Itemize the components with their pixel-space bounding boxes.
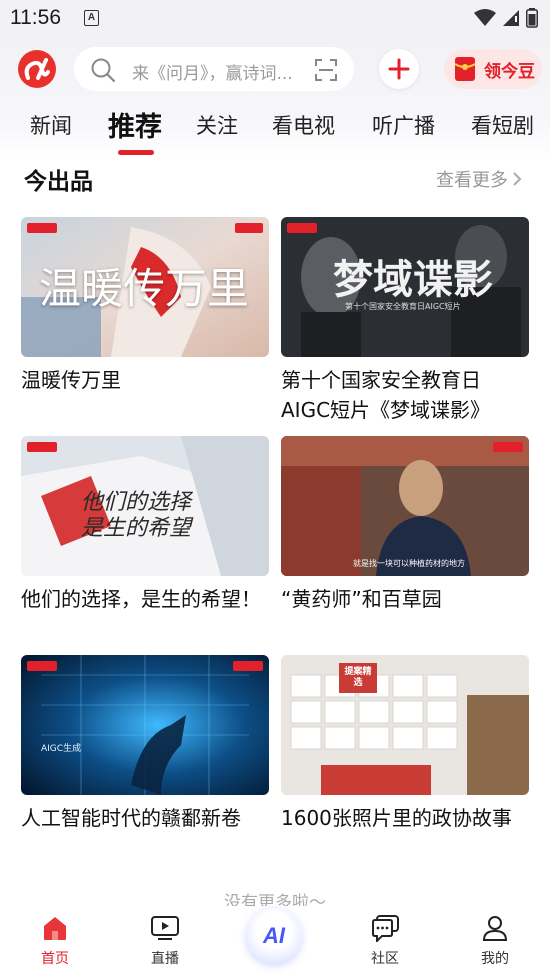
video-title[interactable]: 温暖传万里 — [21, 365, 269, 395]
bottom-nav: 首页 直播 AI 社区 我的 — [0, 906, 550, 979]
channel-tabs: 新闻 推荐 关注 看电视 听广播 看短剧 — [0, 102, 550, 158]
scan-icon[interactable] — [314, 58, 338, 82]
tab-tv[interactable]: 看电视 — [272, 110, 335, 140]
status-icons — [474, 8, 538, 28]
home-icon — [44, 917, 66, 940]
profile-icon — [482, 916, 508, 941]
plus-icon — [388, 58, 410, 80]
video-card[interactable]: 梦域谍影 第十个国家安全教育日AIGC短片 第十个国家安全教育日AIGC短片《梦… — [281, 217, 529, 425]
thumbnail-caption: 梦域谍影 — [333, 256, 493, 303]
tab-news[interactable]: 新闻 — [30, 110, 72, 140]
video-card[interactable]: 他们的选择 是生的希望 他们的选择，是生的希望！ — [21, 436, 269, 614]
search-placeholder: 来《问月》，赢诗词... — [132, 64, 293, 84]
video-thumbnail[interactable]: 温暖传万里 — [21, 217, 269, 357]
nav-community-label: 社区 — [371, 951, 399, 967]
thumbnail-caption: 提案精选 — [344, 667, 372, 688]
view-more-label: 查看更多 — [436, 170, 508, 191]
video-card[interactable]: AIGC生成 人工智能时代的赣鄱新卷 — [21, 655, 269, 833]
video-thumbnail[interactable]: 提案精选 — [281, 655, 529, 795]
active-tab-indicator — [118, 150, 154, 155]
red-envelope-icon — [454, 57, 476, 81]
video-thumbnail[interactable]: 就是找一块可以种植药材的地方 — [281, 436, 529, 576]
video-thumbnail[interactable]: 他们的选择 是生的希望 — [21, 436, 269, 576]
nav-home-label: 首页 — [41, 951, 69, 967]
video-card[interactable]: 就是找一块可以种植药材的地方 “黄药师”和百草园 — [281, 436, 529, 614]
nav-live-label: 直播 — [151, 951, 179, 967]
tab-follow[interactable]: 关注 — [196, 110, 238, 140]
status-time: 11:56 — [10, 6, 61, 29]
section-title: 今出品 — [24, 169, 93, 195]
logo-icon — [24, 58, 50, 80]
claim-beans-button[interactable]: 领今豆 — [444, 49, 542, 89]
tab-recommend[interactable]: 推荐 — [108, 105, 162, 144]
video-title[interactable]: “黄药师”和百草园 — [281, 584, 529, 614]
nav-community[interactable]: 社区 — [355, 914, 415, 968]
nav-profile[interactable]: 我的 — [465, 914, 525, 968]
video-card[interactable]: 温暖传万里 温暖传万里 — [21, 217, 269, 395]
wifi-icon — [474, 9, 496, 26]
thumbnail-subcaption: 第十个国家安全教育日AIGC短片 — [345, 302, 461, 311]
ai-icon: AI — [263, 923, 285, 948]
search-icon — [91, 58, 116, 83]
battery-icon — [526, 8, 538, 28]
nav-profile-label: 我的 — [481, 951, 509, 967]
video-title[interactable]: 人工智能时代的赣鄱新卷 — [21, 803, 269, 833]
view-more-link[interactable]: 查看更多 — [436, 166, 522, 192]
nav-home[interactable]: 首页 — [25, 914, 85, 968]
community-icon — [372, 915, 399, 942]
search-bar[interactable]: 来《问月》，赢诗词... — [74, 47, 354, 91]
chevron-right-icon — [513, 172, 522, 186]
status-bar: 11:56 A — [0, 0, 550, 38]
app-header: 来《问月》，赢诗词... 领今豆 新闻 推荐 关注 看电视 听广播 看短剧 — [0, 38, 550, 158]
tab-short-drama[interactable]: 看短剧 — [471, 110, 550, 140]
nav-live[interactable]: 直播 — [135, 914, 195, 968]
ai-assistant-button[interactable]: AI — [246, 908, 302, 964]
thumbnail-subcaption: AIGC生成 — [41, 744, 82, 754]
add-button[interactable] — [379, 49, 419, 89]
thumbnail-caption: 温暖传万里 — [39, 264, 250, 313]
video-title[interactable]: 1600张照片里的政协故事 — [281, 803, 529, 833]
video-card[interactable]: 提案精选 1600张照片里的政协故事 — [281, 655, 529, 833]
bean-label: 领今豆 — [484, 61, 535, 82]
notification-icon: A — [84, 10, 99, 26]
app-logo[interactable] — [18, 50, 56, 88]
thumbnail-caption: 他们的选择 是生的希望 — [81, 490, 192, 541]
live-icon — [151, 916, 179, 940]
signal-icon — [503, 10, 519, 26]
tab-radio[interactable]: 听广播 — [372, 110, 435, 140]
video-title[interactable]: 他们的选择，是生的希望！ — [21, 584, 269, 614]
video-title[interactable]: 第十个国家安全教育日AIGC短片《梦域谍影》 — [281, 365, 529, 425]
video-thumbnail[interactable]: AIGC生成 — [21, 655, 269, 795]
video-thumbnail[interactable]: 梦域谍影 第十个国家安全教育日AIGC短片 — [281, 217, 529, 357]
thumbnail-subcaption: 就是找一块可以种植药材的地方 — [353, 559, 465, 568]
